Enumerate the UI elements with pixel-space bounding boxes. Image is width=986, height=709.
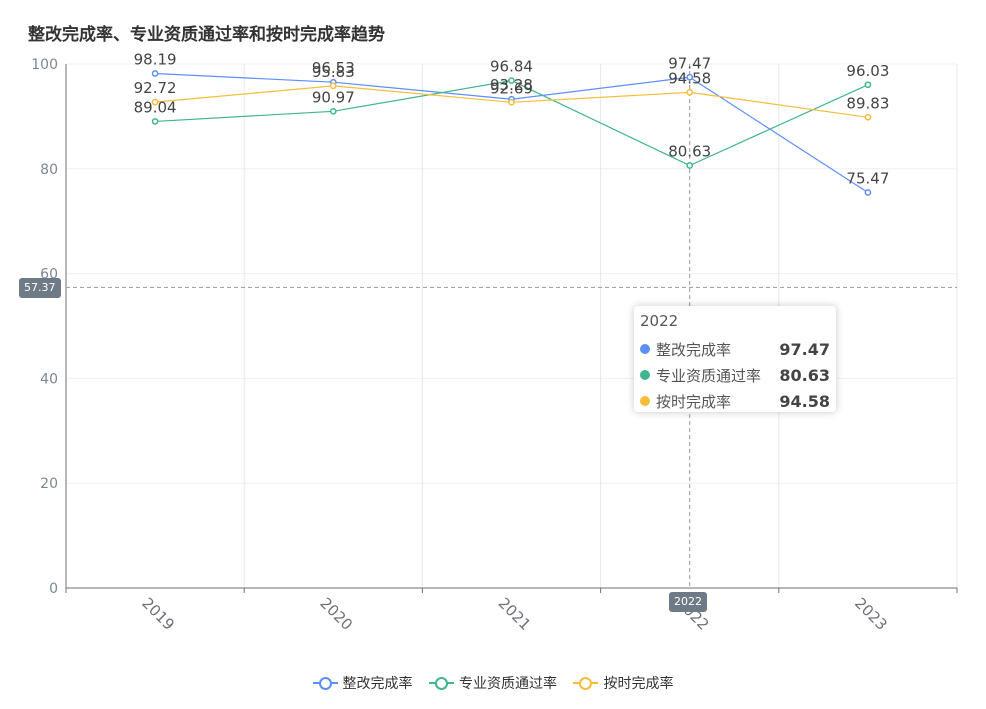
series-dot-icon <box>640 396 650 406</box>
crosshair-x-label: 2022 <box>669 592 707 612</box>
legend-line-circle-icon <box>429 676 454 690</box>
tooltip-series-value: 97.47 <box>779 339 830 359</box>
data-labels: 98.19 96.5393.2897.4775.4789.0490.9796.84… <box>134 50 890 187</box>
legend-item-zizhi[interactable]: 专业资质通过率 <box>429 673 557 693</box>
data-point <box>864 113 872 121</box>
data-point <box>864 81 872 89</box>
tooltip: 2022 整改完成率 97.47 专业资质通过率 80.63 按时完成率 94.… <box>634 306 836 412</box>
x-tick-label: 2021 <box>495 594 535 634</box>
legend-label: 专业资质通过率 <box>459 676 557 692</box>
x-tick-label: 2019 <box>138 594 178 634</box>
data-point <box>686 162 694 169</box>
legend: 整改完成率 专业资质通过率 按时完成率 <box>0 673 986 694</box>
legend-label: 整改完成率 <box>342 676 413 692</box>
data-label: 94.58 <box>668 69 711 87</box>
crosshair-y-label: 57.37 <box>19 278 61 298</box>
data-label: 92.72 <box>134 79 177 97</box>
y-tick-label: 0 <box>49 581 58 597</box>
x-tick-label: 2023 <box>851 594 891 634</box>
line-chart[interactable]: 0204060801002019 2020 2021 2022 2023 98.19 96… <box>0 0 986 709</box>
tooltip-series-name: 按时完成率 <box>656 392 732 411</box>
data-point <box>864 189 872 196</box>
data-label: 89.83 <box>846 94 889 112</box>
tooltip-series-name: 整改完成率 <box>656 340 732 359</box>
data-point <box>508 98 515 106</box>
data-label: 95.83 <box>312 63 355 81</box>
data-label: 92.69 <box>490 79 533 97</box>
legend-line-circle-icon <box>573 676 599 690</box>
tooltip-row: 按时完成率 94.58 <box>640 388 830 414</box>
data-label: 75.47 <box>846 170 889 188</box>
data-point <box>686 89 694 96</box>
data-point <box>329 107 337 115</box>
series-dot-icon <box>640 370 650 380</box>
y-tick-label: 80 <box>40 162 58 178</box>
legend-line-circle-icon <box>312 676 338 690</box>
tooltip-header: 2022 <box>640 312 679 330</box>
series-dot-icon <box>640 344 650 354</box>
data-point <box>151 118 159 125</box>
data-label: 90.97 <box>312 88 355 106</box>
data-label: 96.03 <box>846 62 889 80</box>
legend-item-zhenggai[interactable]: 整改完成率 <box>312 673 413 693</box>
x-tick-label: 2020 <box>316 594 356 634</box>
data-label: 96.84 <box>490 58 533 76</box>
data-label: 98.19 <box>134 50 177 68</box>
y-tick-label: 100 <box>31 57 58 73</box>
tooltip-series-name: 专业资质通过率 <box>656 366 762 385</box>
data-label: 89.04 <box>134 98 177 116</box>
legend-label: 按时完成率 <box>603 676 674 692</box>
y-tick-label: 40 <box>40 371 58 387</box>
tooltip-series-value: 80.63 <box>779 365 830 385</box>
tooltip-row: 专业资质通过率 80.63 <box>640 362 830 388</box>
legend-item-anshi[interactable]: 按时完成率 <box>573 673 673 693</box>
data-point <box>151 70 159 77</box>
tooltip-row: 整改完成率 97.47 <box>640 336 830 362</box>
data-label: 80.63 <box>668 142 711 160</box>
tooltip-series-value: 94.58 <box>779 391 830 411</box>
y-tick-label: 20 <box>40 476 58 492</box>
